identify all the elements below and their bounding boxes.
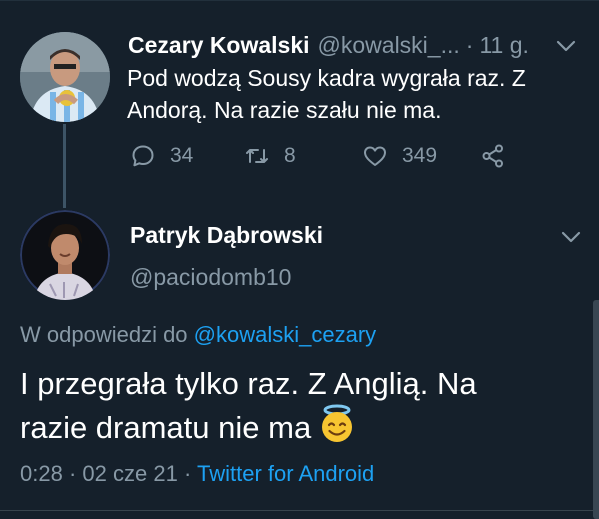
tweet2-time[interactable]: 0:28 [20,461,63,486]
tweet2-text: I przegrała tylko raz. Z Anglią. Na razi… [20,364,580,448]
chevron-down-icon[interactable] [558,224,584,250]
tweet2-author-name[interactable]: Patryk Dąbrowski [130,222,323,249]
top-border [0,0,599,1]
tweet1-header: Cezary Kowalski @kowalski_... · 11 g. [128,30,568,60]
retweet-button[interactable]: 8 [244,143,296,169]
tweet2-text-line-2: razie dramatu nie ma [20,404,580,448]
share-button[interactable] [480,143,506,169]
retweet-count: 8 [284,144,296,167]
chevron-down-icon[interactable] [553,33,579,59]
tweet1-author-handle[interactable]: @kowalski_... [318,32,460,59]
tweet2-text-line: razie dramatu nie ma [20,410,312,445]
comment-icon [132,145,154,167]
tweet2-text-line: I przegrała tylko raz. Z Anglią. Na [20,366,477,401]
tweet1-text: Pod wodzą Sousy kadra wygrała raz. Z And… [127,62,567,126]
tweet1-text-line: Pod wodzą Sousy kadra wygrała raz. Z [127,65,526,91]
retweet-icon [246,149,268,163]
tweet1-text-line: Andorą. Na razie szału nie ma. [127,97,442,123]
tweet1-timestamp[interactable]: 11 g. [479,32,528,59]
like-button[interactable]: 349 [362,143,437,169]
reply-button[interactable]: 34 [130,143,193,169]
meta-separator: · [68,461,77,486]
tweet1-separator: · [465,31,474,58]
thread-connector-line [63,124,66,208]
heart-icon [364,146,386,166]
tweet2-meta: 0:28 · 02 cze 21 · Twitter for Android [20,461,374,487]
tweet2-source-link[interactable]: Twitter for Android [197,461,374,486]
like-count: 349 [402,144,438,167]
scrollbar[interactable] [593,300,599,519]
reply-context-label: W odpowiedzi do [20,322,188,347]
avatar-cezary-kowalski[interactable] [20,32,110,122]
tweet2-date[interactable]: 02 cze 21 [82,461,177,486]
reply-mention-link[interactable]: @kowalski_cezary [194,322,377,347]
tweet1-author-name[interactable]: Cezary Kowalski [128,32,310,59]
divider [0,510,599,511]
reply-context: W odpowiedzi do @kowalski_cezary [20,322,376,348]
share-icon [482,144,503,168]
smiling-face-with-halo-emoji-icon [317,404,357,444]
meta-separator: · [183,461,192,486]
avatar-patryk-dabrowski[interactable] [20,210,110,300]
tweet2-author-handle[interactable]: @paciodomb10 [130,264,291,291]
reply-count: 34 [170,144,194,167]
